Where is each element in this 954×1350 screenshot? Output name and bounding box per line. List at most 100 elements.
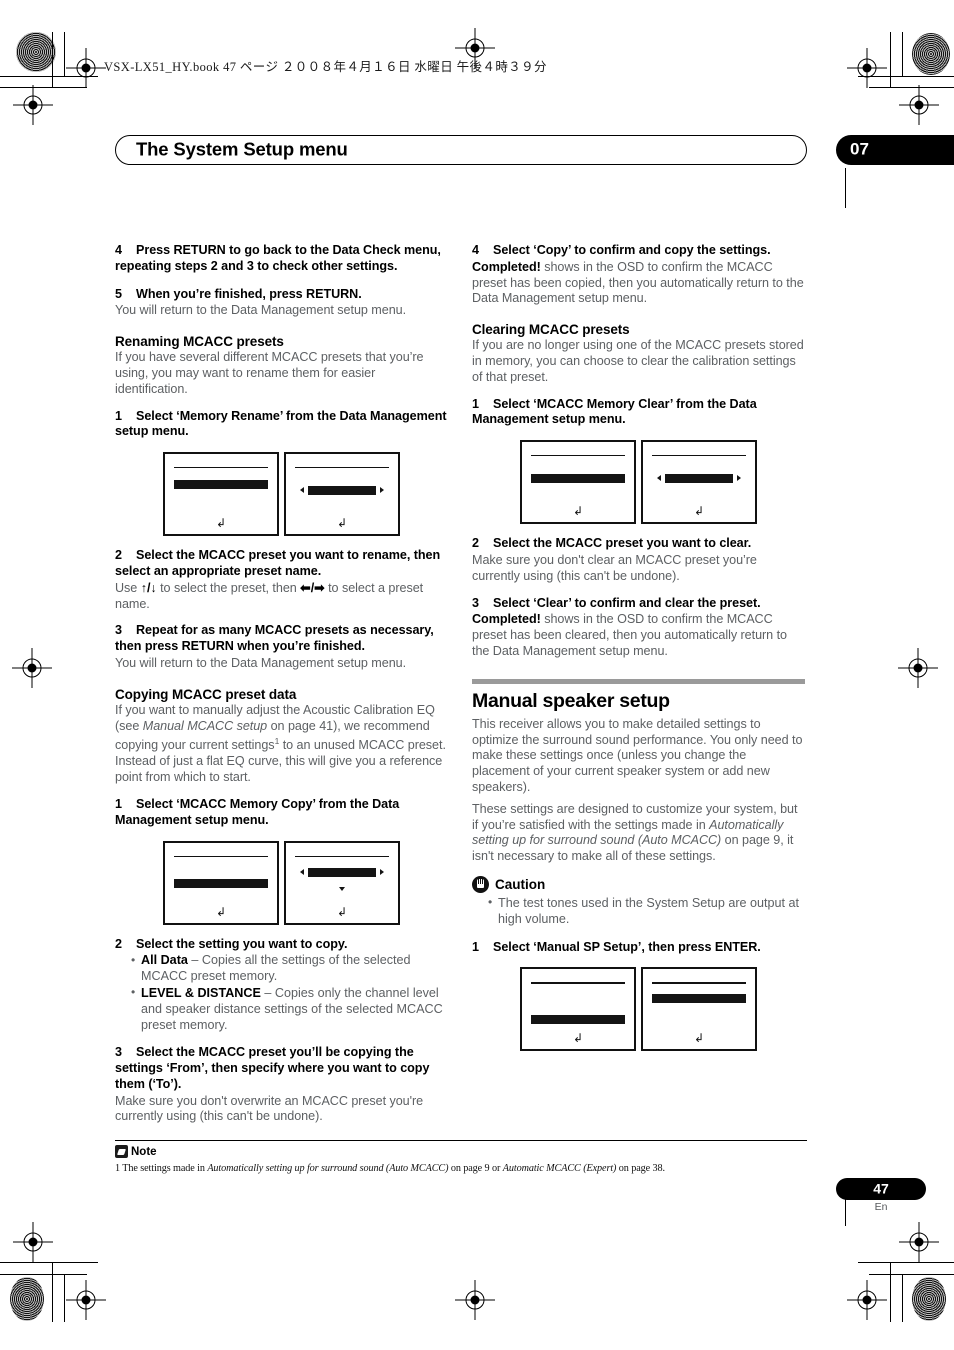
step-number: 4 bbox=[472, 243, 479, 257]
right-arrow-icon bbox=[380, 487, 384, 494]
down-arrow-icon bbox=[339, 886, 345, 891]
renaming-step-3: 3 Repeat for as many MCACC presets as nec… bbox=[115, 623, 448, 655]
chapter-number: 07 bbox=[850, 139, 869, 159]
page-title: The System Setup menu bbox=[136, 138, 348, 160]
osd-highlight-bar bbox=[308, 867, 376, 877]
left-step-5: 5 When you’re finished, press RETURN. bbox=[115, 287, 448, 303]
registration-mark-bottom-right bbox=[899, 1222, 939, 1262]
step-text: Press RETURN to go back to the Data Chec… bbox=[115, 243, 441, 273]
page-language-code: En bbox=[874, 1201, 888, 1213]
crop-line bbox=[0, 1262, 98, 1263]
step-number: 1 bbox=[115, 796, 122, 811]
return-arrow-icon: ↲ bbox=[336, 516, 348, 531]
manual-speaker-step-1: 1 Select ‘Manual SP Setup’, then press EN… bbox=[472, 940, 805, 956]
osd-divider bbox=[295, 855, 389, 857]
right-arrow-icon: ➡ bbox=[314, 580, 325, 595]
status-emphasis: Completed! bbox=[472, 612, 541, 627]
manual-speaker-heading: Manual speaker setup bbox=[472, 689, 670, 712]
renaming-body: If you have several different MCACC pres… bbox=[115, 350, 424, 396]
return-arrow-icon: ↲ bbox=[215, 904, 227, 919]
crop-line bbox=[64, 32, 65, 77]
crop-line bbox=[52, 1262, 53, 1322]
left-step-5-body: You will return to the Data Management s… bbox=[115, 303, 407, 318]
osd-screen: ↲ bbox=[284, 840, 400, 925]
renaming-step-3-body: You will return to the Data Management s… bbox=[115, 655, 407, 670]
copying-step-3: 3 Select the MCACC preset you’ll be copyi… bbox=[115, 1045, 448, 1092]
copying-step-2: 2 Select the setting you want to copy. bbox=[115, 937, 448, 953]
osd-divider bbox=[531, 455, 625, 457]
osd-highlight-bar bbox=[665, 474, 733, 484]
step-number: 3 bbox=[115, 1045, 122, 1060]
step-text: When you’re finished, press RETURN. bbox=[136, 286, 362, 301]
right-column: 4 Select ‘Copy’ to confirm and copy the s… bbox=[472, 243, 805, 1063]
copying-step-3-body: Make sure you don't overwrite an MCACC p… bbox=[115, 1093, 424, 1124]
step-text: Select the setting you want to copy. bbox=[136, 936, 348, 951]
step-number: 1 bbox=[472, 939, 479, 954]
step-text: Select the MCACC preset you’ll be copyin… bbox=[115, 1045, 430, 1091]
right-step-4-body: Completed! shows in the OSD to confirm t… bbox=[472, 260, 805, 307]
option-label: All Data bbox=[141, 953, 188, 968]
caution-label: Caution bbox=[495, 876, 546, 892]
step-number: 3 bbox=[115, 623, 122, 638]
osd-highlight-bar bbox=[531, 474, 625, 484]
osd-screen: ↲ bbox=[163, 452, 279, 537]
osd-screen: ↲ bbox=[641, 967, 757, 1052]
step-text: Select ‘MCACC Memory Copy’ from the Data… bbox=[115, 796, 400, 827]
note-part: on page 9 or bbox=[448, 1163, 503, 1174]
caution-list: The test tones used in the System Setup … bbox=[472, 895, 805, 928]
crop-line bbox=[890, 1262, 891, 1322]
step-number: 4 bbox=[115, 243, 122, 257]
osd-screen: ↲ bbox=[641, 440, 757, 525]
registration-mark-top-left-lower bbox=[13, 85, 53, 125]
left-arrow-icon bbox=[657, 475, 661, 482]
list-item: The test tones used in the System Setup … bbox=[488, 895, 805, 928]
manual-speaker-osd-figures: ↲ ↲ bbox=[472, 967, 805, 1052]
copying-heading: Copying MCACC preset data bbox=[115, 686, 297, 702]
crop-line bbox=[64, 1274, 65, 1322]
step-text: Select ‘Clear’ to confirm and clear the … bbox=[493, 595, 761, 610]
print-dot-circle-bottom-left bbox=[10, 1277, 44, 1321]
step-number: 2 bbox=[115, 548, 122, 563]
list-item: LEVEL & DISTANCE – Copies only the chann… bbox=[131, 985, 448, 1033]
registration-mark-left-middle bbox=[12, 648, 52, 688]
return-arrow-icon: ↲ bbox=[693, 504, 705, 519]
note-header: Note bbox=[115, 1145, 157, 1158]
left-column: 4 Press RETURN to go back to the Data Che… bbox=[115, 243, 448, 1125]
right-step-4: 4 Select ‘Copy’ to confirm and copy the s… bbox=[472, 243, 805, 259]
crop-line bbox=[845, 168, 846, 208]
step-text: Select ‘Copy’ to confirm and copy the se… bbox=[493, 243, 771, 257]
note-pencil-icon bbox=[115, 1145, 128, 1158]
registration-mark-top-right-lower bbox=[899, 85, 939, 125]
note-part: 1 The settings made in bbox=[115, 1163, 208, 1174]
crop-line bbox=[869, 1274, 954, 1275]
step-text: Select ‘Memory Rename’ from the Data Man… bbox=[115, 408, 447, 439]
note-divider bbox=[115, 1140, 807, 1142]
copying-options-list: All Data – Copies all the settings of th… bbox=[115, 953, 448, 1033]
registration-mark-bottom-left bbox=[13, 1222, 53, 1262]
right-arrow-icon bbox=[737, 475, 741, 482]
osd-divider bbox=[531, 982, 625, 984]
step-number: 1 bbox=[472, 396, 479, 411]
crop-line bbox=[0, 1274, 87, 1275]
registration-mark-bottom-center bbox=[455, 1280, 495, 1320]
list-item: All Data – Copies all the settings of th… bbox=[131, 953, 448, 985]
option-label: LEVEL & DISTANCE bbox=[141, 985, 261, 1000]
clearing-step-1: 1 Select ‘MCACC Memory Clear’ from the Da… bbox=[472, 397, 805, 429]
left-arrow-icon: ⬅ bbox=[300, 580, 311, 595]
print-dot-circle-top-left bbox=[16, 32, 56, 72]
crop-line bbox=[902, 32, 903, 77]
step-text: Select ‘Manual SP Setup’, then press ENT… bbox=[493, 939, 761, 954]
clearing-step-2-body: Make sure you don't clear an MCACC prese… bbox=[472, 552, 757, 583]
clearing-step-3-body: Completed! shows in the OSD to confirm t… bbox=[472, 612, 805, 659]
stop-hand-icon bbox=[472, 875, 489, 893]
clearing-step-3: 3 Select ‘Clear’ to confirm and clear the… bbox=[472, 596, 805, 612]
left-arrow-icon bbox=[300, 868, 304, 875]
right-arrow-icon bbox=[380, 868, 384, 875]
caution-header: Caution bbox=[472, 875, 805, 893]
body-part: to select the preset, then bbox=[156, 580, 301, 595]
return-arrow-icon: ↲ bbox=[572, 1031, 584, 1046]
return-arrow-icon: ↲ bbox=[336, 904, 348, 919]
registration-mark-bottom-right-lower bbox=[847, 1280, 887, 1320]
clearing-heading: Clearing MCACC presets bbox=[472, 322, 630, 338]
step-text: Repeat for as many MCACC presets as nece… bbox=[115, 623, 434, 654]
